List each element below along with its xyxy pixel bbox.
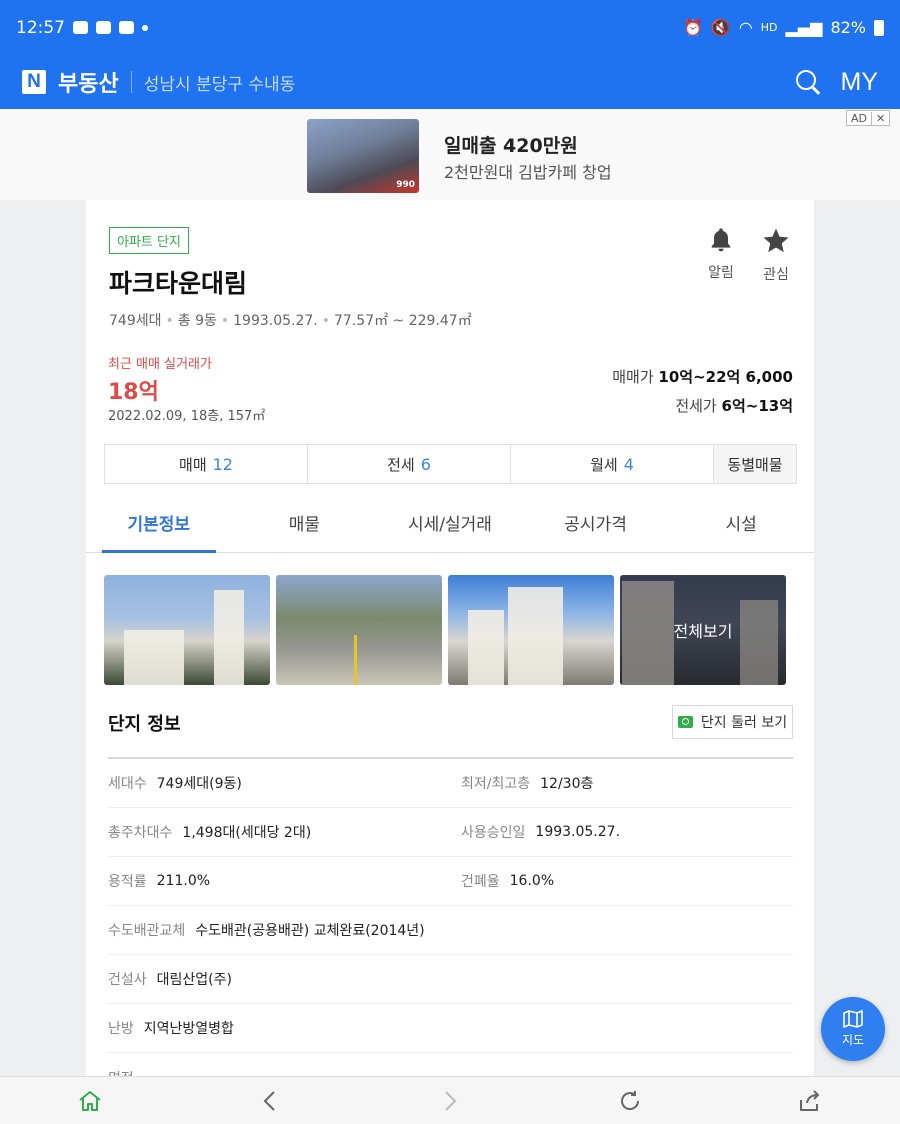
recent-trade-label: 최근 매매 실거래가 (108, 357, 212, 372)
ad-badge: AD ✕ (846, 110, 891, 126)
info-row: 건설사 대림산업(주) (108, 955, 793, 1004)
camera-icon (677, 716, 693, 728)
search-icon[interactable] (795, 69, 821, 95)
favorite-button[interactable]: 관심 (756, 226, 796, 284)
photo-gallery: 전체보기 (104, 575, 786, 685)
recent-trade-detail: 2022.02.09, 18층, 157㎡ (108, 409, 266, 424)
ad-subtitle[interactable]: 2천만원대 김밥카페 창업 (444, 159, 612, 183)
complex-photo[interactable] (276, 575, 442, 685)
network-label: HD (760, 21, 778, 34)
info-row: 총주차대수 1,498대(세대당 2대) 사용승인일 1993.05.27. (108, 808, 793, 857)
star-icon (763, 228, 789, 253)
ad-title[interactable]: 일매출 420만원 (444, 131, 578, 158)
browser-nav-bar (0, 1076, 900, 1124)
alarm-button[interactable]: 알림 (701, 226, 741, 282)
ad-label: AD (851, 111, 867, 125)
recent-trade-price: 18억 (108, 380, 159, 405)
message-icon (73, 21, 88, 34)
complex-photo[interactable] (104, 575, 270, 685)
share-button[interactable] (720, 1088, 900, 1114)
bell-icon (711, 228, 731, 252)
tab-listings[interactable]: 매물 (232, 492, 378, 552)
refresh-icon (621, 1090, 640, 1110)
share-icon (800, 1089, 819, 1111)
ad-image[interactable]: 990 (307, 119, 419, 193)
view-all-photos[interactable]: 전체보기 (620, 575, 786, 685)
home-button[interactable] (0, 1088, 180, 1114)
complex-photo[interactable]: 전체보기 (620, 575, 786, 685)
tab-monthly[interactable]: 월세 4 (510, 444, 713, 484)
mute-icon: 🔇 (710, 18, 731, 37)
status-time: 12:57 (16, 17, 65, 38)
wifi-icon: ◠ (738, 18, 753, 37)
my-button[interactable]: MY (841, 68, 879, 97)
chevron-left-icon (263, 1090, 275, 1111)
location-label[interactable]: 성남시 분당구 수내동 (144, 70, 296, 95)
listing-type-tabs: 매매 12 전세 6 월세 4 동별매물 (104, 444, 797, 484)
complex-type-tag: 아파트 단지 (109, 227, 189, 254)
home-icon (79, 1090, 101, 1111)
info-row: 난방 지역난방열병합 (108, 1004, 793, 1053)
forward-button[interactable] (360, 1088, 540, 1114)
tab-market-price[interactable]: 시세/실거래 (377, 492, 523, 552)
app-header: N 부동산 성남시 분당구 수내동 MY (0, 55, 900, 109)
tab-by-building[interactable]: 동별매물 (713, 444, 797, 484)
section-title: 단지 정보 (108, 714, 181, 735)
ad-banner[interactable]: 990 일매출 420만원 2천만원대 김밥카페 창업 (0, 109, 900, 200)
complex-meta: 749세대 • 총 9동 • 1993.05.27. • 77.57㎡ ~ 229.47㎡ (109, 313, 472, 329)
battery-percent: 82% (830, 18, 866, 37)
tab-basic-info[interactable]: 기본정보 (86, 492, 232, 553)
status-bar: 12:57 ⏰ 🔇 ◠ HD ▂▄▆ 82% (0, 0, 900, 55)
tab-jeonse[interactable]: 전세 6 (307, 444, 510, 484)
complex-card: 아파트 단지 파크타운대림 알림 관심 749세대 • 총 9동 • 1993.05.2… (86, 200, 814, 1076)
ad-close-icon[interactable]: ✕ (871, 111, 889, 125)
chevron-right-icon (445, 1090, 457, 1111)
brand-title[interactable]: 부동산 (58, 66, 119, 98)
info-row: 용적률 211.0% 건폐율 16.0% (108, 857, 793, 906)
tab-official-price[interactable]: 공시가격 (523, 492, 669, 552)
signal-icon: ▂▄▆ (785, 18, 823, 37)
complex-tour-button[interactable]: 단지 둘러 보기 (672, 705, 793, 739)
tab-facilities[interactable]: 시설 (668, 492, 814, 552)
battery-icon (874, 19, 884, 36)
header-divider (130, 71, 132, 93)
complex-photo[interactable] (448, 575, 614, 685)
more-notifications-icon (142, 24, 148, 31)
sale-price-range: 매매가 10억~22억 6,000 (612, 368, 793, 386)
alarm-status-icon: ⏰ (682, 18, 703, 37)
map-icon (843, 1010, 863, 1028)
complex-name: 파크타운대림 (109, 269, 248, 298)
info-row: 면적 (108, 1053, 793, 1077)
info-row: 수도배관교체 수도배관(공용배관) 교체완료(2014년) (108, 906, 793, 955)
naver-logo[interactable]: N (22, 70, 46, 94)
info-row: 세대수 749세대(9동) 최저/최고층 12/30층 (108, 759, 793, 808)
main-tabs: 기본정보 매물 시세/실거래 공시가격 시설 (86, 492, 814, 553)
news-icon (119, 21, 134, 34)
refresh-button[interactable] (540, 1088, 720, 1114)
gallery-icon (96, 21, 111, 34)
map-button[interactable]: 지도 (821, 997, 885, 1061)
tab-sale[interactable]: 매매 12 (104, 444, 307, 484)
back-button[interactable] (180, 1088, 360, 1114)
jeonse-price-range: 전세가 6억~13억 (675, 397, 793, 415)
